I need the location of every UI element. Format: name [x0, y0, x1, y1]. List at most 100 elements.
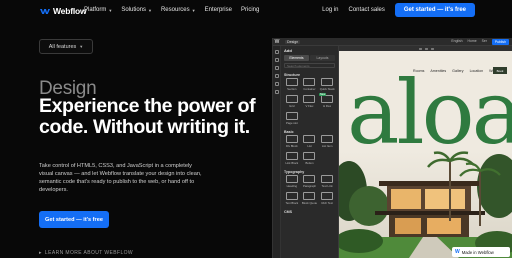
element-tile-label: List — [307, 144, 312, 148]
element-tile: Paragraph — [302, 175, 318, 190]
nav-item-pricing[interactable]: Pricing — [241, 7, 259, 13]
element-tile: Button — [302, 152, 318, 167]
breakpoint-icon — [430, 47, 434, 50]
element-tile-label: Quick Stack — [319, 87, 335, 91]
webflow-mark-icon: W — [274, 38, 280, 45]
element-tile-label: Text Block — [285, 201, 299, 205]
nav-actions: Log in Contact sales Get started — it's … — [322, 3, 475, 17]
structure-grid: Section Container Quick Stack Grid V Fle… — [281, 78, 338, 127]
designer-topbar-right: English Home Ser Publish — [451, 39, 509, 45]
page-slot-icon — [285, 112, 298, 120]
contact-sales-link[interactable]: Contact sales — [349, 7, 385, 13]
made-in-webflow-badge[interactable]: W Made in Webflow — [452, 247, 510, 257]
new-badge: New — [319, 93, 327, 96]
element-tile-label: Rich Text — [321, 201, 333, 205]
breakpoint-icon — [418, 47, 422, 50]
element-tile: List Item — [319, 135, 335, 150]
element-tile-label: Section — [287, 87, 297, 91]
element-tile-label: Div Block — [286, 144, 298, 148]
designer-canvas: Rooms Amenities Gallery Location Wedding… — [339, 46, 512, 258]
element-tile: Text Link — [319, 175, 335, 190]
container-icon — [303, 78, 316, 86]
element-tile-label: Container — [303, 87, 316, 91]
basic-grid: Div Block List List Item Link Block Butt… — [281, 135, 338, 167]
learn-more-link[interactable]: ▸ LEARN MORE ABOUT WEBFLOW — [39, 250, 133, 256]
breakpoint-icon — [424, 47, 428, 50]
chevron-down-icon: ▼ — [79, 44, 84, 49]
page-selector: Home — [467, 39, 477, 43]
link-block-icon — [285, 152, 298, 160]
section-icon — [285, 78, 298, 86]
paragraph-icon — [303, 175, 316, 183]
pages-icon — [274, 66, 279, 70]
navigator-icon — [274, 58, 279, 62]
grid-icon — [285, 95, 298, 103]
list-icon — [303, 135, 316, 143]
chevron-down-icon: ▼ — [148, 7, 152, 13]
element-tile-label: Button — [305, 161, 314, 165]
section-typography: Typography — [284, 170, 305, 174]
designer-preview: W Design English Home Ser Publish Add El… — [272, 38, 512, 258]
tab-elements: Elements — [284, 55, 309, 61]
element-tile-label: Text Link — [321, 184, 333, 188]
chevron-down-icon: ▼ — [108, 7, 113, 13]
get-started-nav-button[interactable]: Get started — it's free — [394, 3, 475, 17]
chevron-down-icon: ▼ — [191, 7, 196, 13]
element-tile-label: Block Quote — [301, 201, 318, 205]
element-tile: Quick Stack — [319, 78, 335, 93]
webflow-logo-icon: W — [455, 249, 460, 255]
add-icon — [274, 50, 279, 54]
element-tile-label: V Flex — [305, 104, 314, 108]
all-features-button[interactable]: All features ▼ — [39, 39, 93, 54]
locale-selector: English — [451, 39, 463, 43]
element-tile: Page slot — [284, 112, 300, 127]
h-flex-icon — [321, 95, 334, 103]
element-tile: H Flex — [319, 95, 335, 110]
site-preview: Rooms Amenities Gallery Location Wedding… — [339, 51, 512, 258]
element-tile-label: Paragraph — [302, 184, 317, 188]
element-tile: List — [302, 135, 318, 150]
list-item-icon — [321, 135, 334, 143]
element-tile: V Flex — [302, 95, 318, 110]
text-link-icon — [321, 175, 334, 183]
made-in-webflow-label: Made in Webflow — [461, 249, 494, 255]
button-icon — [303, 152, 316, 160]
element-tile-label: Link Block — [285, 161, 299, 165]
hero-description: Take control of HTML5, CSS3, and JavaScr… — [39, 163, 202, 193]
element-search: Search elements — [284, 63, 335, 68]
assets-icon — [274, 82, 279, 86]
designer-topbar: W Design English Home Ser Publish — [273, 38, 512, 46]
element-tile: Link Block — [284, 152, 300, 167]
typography-grid: Heading Paragraph Text Link Text Block B… — [281, 175, 338, 207]
nav-item-resources[interactable]: Resources ▼ — [161, 7, 196, 13]
section-basic: Basic — [284, 130, 294, 134]
element-tile: Block Quote — [302, 192, 318, 207]
login-link[interactable]: Log in — [322, 7, 338, 13]
element-tile: Section — [284, 78, 300, 93]
webflow-logo[interactable]: Webflow — [40, 6, 87, 16]
nav-item-platform[interactable]: Platform ▼ — [84, 7, 112, 13]
div-block-icon — [285, 135, 298, 143]
tab-layouts: Layouts — [310, 55, 335, 61]
nav-links: Platform ▼ Solutions ▼ Resources ▼ Enterpri… — [84, 7, 259, 13]
section-structure: Structure — [284, 73, 300, 77]
nav-item-label: Resources — [160, 7, 190, 13]
element-tile-label: Heading — [286, 184, 298, 188]
v-flex-icon — [303, 95, 316, 103]
designer-mode: Design — [285, 39, 301, 44]
add-elements-panel: Add Elements Layouts Search elements Str… — [281, 46, 339, 258]
all-features-label: All features — [48, 43, 77, 50]
designer-icon-bar — [273, 46, 281, 258]
webflow-logo-icon — [40, 8, 50, 14]
nav-item-solutions[interactable]: Solutions ▼ — [121, 7, 152, 13]
get-started-hero-button[interactable]: Get started — it's free — [39, 211, 109, 228]
top-navigation: Webflow Platform ▼ Solutions ▼ Resources ▼ … — [0, 0, 512, 22]
element-tile: Div Block — [284, 135, 300, 150]
panel-tabs: Elements Layouts — [284, 55, 335, 61]
block-quote-icon — [303, 192, 316, 200]
nav-item-enterprise[interactable]: Enterprise — [205, 7, 232, 13]
rich-text-icon — [321, 192, 334, 200]
panel-title: Add — [284, 48, 292, 53]
site-hero-word: aloa — [347, 61, 512, 164]
nav-item-label: Solutions — [121, 7, 146, 13]
